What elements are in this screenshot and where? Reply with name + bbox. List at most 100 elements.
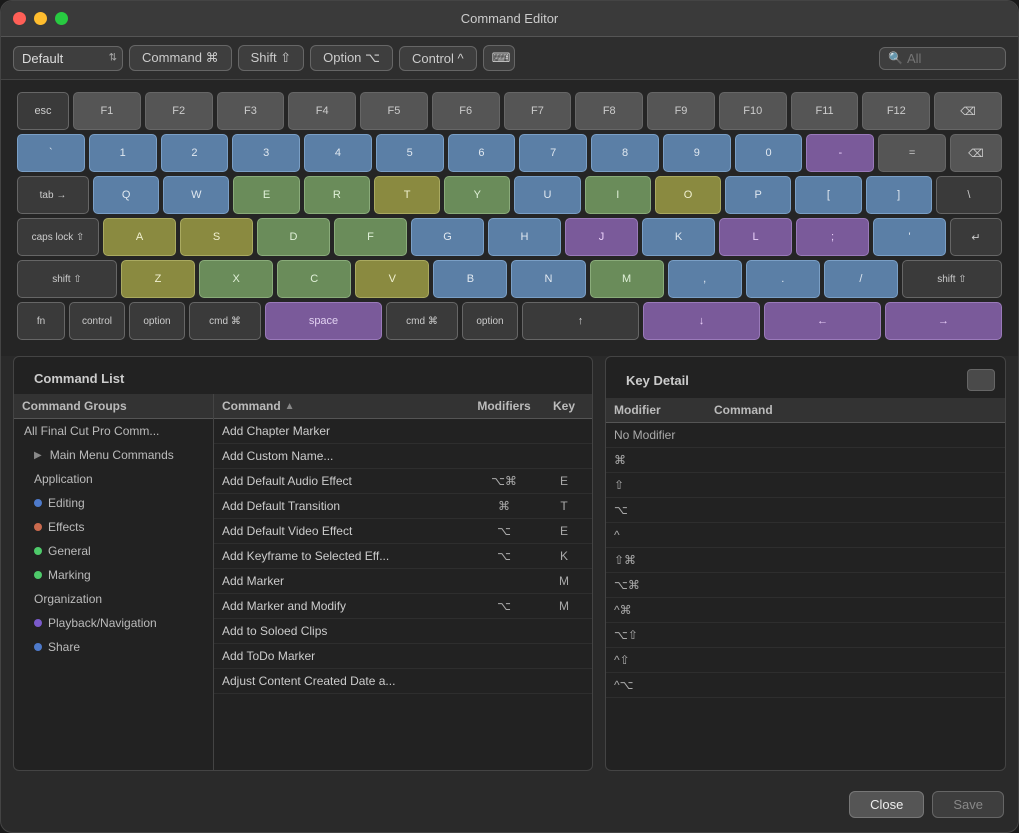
kd-row-shift[interactable]: ⇧: [606, 473, 1005, 498]
key-7[interactable]: 7: [519, 134, 587, 172]
key-r[interactable]: R: [304, 176, 370, 214]
key-a[interactable]: A: [103, 218, 176, 256]
key-6[interactable]: 6: [448, 134, 516, 172]
key-b[interactable]: B: [433, 260, 507, 298]
key-f4[interactable]: F4: [288, 92, 356, 130]
kd-row-cmd[interactable]: ⌘: [606, 448, 1005, 473]
save-button[interactable]: Save: [932, 791, 1004, 818]
key-backspace[interactable]: ⌫: [950, 134, 1002, 172]
cmd-row-add-marker-modify[interactable]: Add Marker and Modify ⌥ M: [214, 594, 592, 619]
key-tab[interactable]: tab →: [17, 176, 89, 214]
kd-row-ctrl-cmd[interactable]: ^⌘: [606, 598, 1005, 623]
key-f11[interactable]: F11: [791, 92, 859, 130]
key-o[interactable]: O: [655, 176, 721, 214]
key-f3[interactable]: F3: [217, 92, 285, 130]
cmd-row-add-chapter[interactable]: Add Chapter Marker: [214, 419, 592, 444]
key-equals[interactable]: =: [878, 134, 946, 172]
key-f8[interactable]: F8: [575, 92, 643, 130]
kd-row-ctrl-opt[interactable]: ^⌥: [606, 673, 1005, 698]
key-shift-left[interactable]: shift ⇧: [17, 260, 117, 298]
key-fn[interactable]: fn: [17, 302, 65, 340]
kd-row-opt-shift[interactable]: ⌥⇧: [606, 623, 1005, 648]
key-l[interactable]: L: [719, 218, 792, 256]
key-k[interactable]: K: [642, 218, 715, 256]
group-general[interactable]: General: [14, 539, 213, 563]
key-detail-action-button[interactable]: [967, 369, 995, 391]
preset-selector[interactable]: Default ⇅: [13, 46, 123, 71]
key-backslash[interactable]: \: [936, 176, 1002, 214]
close-button[interactable]: [13, 12, 26, 25]
key-minus[interactable]: -: [806, 134, 874, 172]
key-g[interactable]: G: [411, 218, 484, 256]
key-p[interactable]: P: [725, 176, 791, 214]
key-3[interactable]: 3: [232, 134, 300, 172]
key-0[interactable]: 0: [735, 134, 803, 172]
kd-row-opt[interactable]: ⌥: [606, 498, 1005, 523]
control-modifier-button[interactable]: Control ^: [399, 46, 477, 71]
key-quote[interactable]: ': [873, 218, 946, 256]
key-up[interactable]: ↑: [522, 302, 639, 340]
cmd-row-adjust-content[interactable]: Adjust Content Created Date a...: [214, 669, 592, 694]
key-left[interactable]: ←: [764, 302, 881, 340]
key-2[interactable]: 2: [161, 134, 229, 172]
key-t[interactable]: T: [374, 176, 440, 214]
cmd-row-add-audio[interactable]: Add Default Audio Effect ⌥⌘ E: [214, 469, 592, 494]
key-u[interactable]: U: [514, 176, 580, 214]
key-w[interactable]: W: [163, 176, 229, 214]
key-backtick[interactable]: `: [17, 134, 85, 172]
search-input[interactable]: [907, 51, 997, 66]
key-5[interactable]: 5: [376, 134, 444, 172]
group-editing[interactable]: Editing: [14, 491, 213, 515]
maximize-button[interactable]: [55, 12, 68, 25]
preset-select[interactable]: Default: [13, 46, 123, 71]
key-4[interactable]: 4: [304, 134, 372, 172]
key-c[interactable]: C: [277, 260, 351, 298]
key-e[interactable]: E: [233, 176, 299, 214]
key-capslock[interactable]: caps lock ⇧: [17, 218, 99, 256]
group-all[interactable]: All Final Cut Pro Comm...: [14, 419, 213, 443]
command-modifier-button[interactable]: Command ⌘: [129, 45, 232, 71]
key-space[interactable]: space: [265, 302, 382, 340]
key-n[interactable]: N: [511, 260, 585, 298]
group-marking[interactable]: Marking: [14, 563, 213, 587]
kd-row-ctrl[interactable]: ^: [606, 523, 1005, 548]
group-application[interactable]: Application: [14, 467, 213, 491]
key-j[interactable]: J: [565, 218, 638, 256]
minimize-button[interactable]: [34, 12, 47, 25]
key-f10[interactable]: F10: [719, 92, 787, 130]
key-cmd-left[interactable]: cmd ⌘: [189, 302, 261, 340]
key-f1[interactable]: F1: [73, 92, 141, 130]
key-h[interactable]: H: [488, 218, 561, 256]
key-option-left[interactable]: option: [129, 302, 185, 340]
kd-row-shift-cmd[interactable]: ⇧⌘: [606, 548, 1005, 573]
key-right[interactable]: →: [885, 302, 1002, 340]
group-main-menu[interactable]: ▶ Main Menu Commands: [14, 443, 213, 467]
key-period[interactable]: .: [746, 260, 820, 298]
group-effects[interactable]: Effects: [14, 515, 213, 539]
cmd-row-add-custom[interactable]: Add Custom Name...: [214, 444, 592, 469]
key-f2[interactable]: F2: [145, 92, 213, 130]
key-slash[interactable]: /: [824, 260, 898, 298]
key-s[interactable]: S: [180, 218, 253, 256]
key-d[interactable]: D: [257, 218, 330, 256]
key-f9[interactable]: F9: [647, 92, 715, 130]
key-i[interactable]: I: [585, 176, 651, 214]
key-shift-right[interactable]: shift ⇧: [902, 260, 1002, 298]
group-playback[interactable]: Playback/Navigation: [14, 611, 213, 635]
key-y[interactable]: Y: [444, 176, 510, 214]
key-delete-fn[interactable]: ⌫: [934, 92, 1002, 130]
key-semicolon[interactable]: ;: [796, 218, 869, 256]
kd-row-opt-cmd[interactable]: ⌥⌘: [606, 573, 1005, 598]
cmd-row-add-todo[interactable]: Add ToDo Marker: [214, 644, 592, 669]
group-organization[interactable]: Organization: [14, 587, 213, 611]
key-control[interactable]: control: [69, 302, 125, 340]
key-comma[interactable]: ,: [668, 260, 742, 298]
cmd-row-add-video[interactable]: Add Default Video Effect ⌥ E: [214, 519, 592, 544]
cmd-row-add-marker[interactable]: Add Marker M: [214, 569, 592, 594]
cmd-row-add-soloed[interactable]: Add to Soloed Clips: [214, 619, 592, 644]
kd-row-ctrl-shift[interactable]: ^⇧: [606, 648, 1005, 673]
cmd-row-add-keyframe[interactable]: Add Keyframe to Selected Eff... ⌥ K: [214, 544, 592, 569]
key-1[interactable]: 1: [89, 134, 157, 172]
key-esc[interactable]: esc: [17, 92, 69, 130]
key-lbracket[interactable]: [: [795, 176, 861, 214]
